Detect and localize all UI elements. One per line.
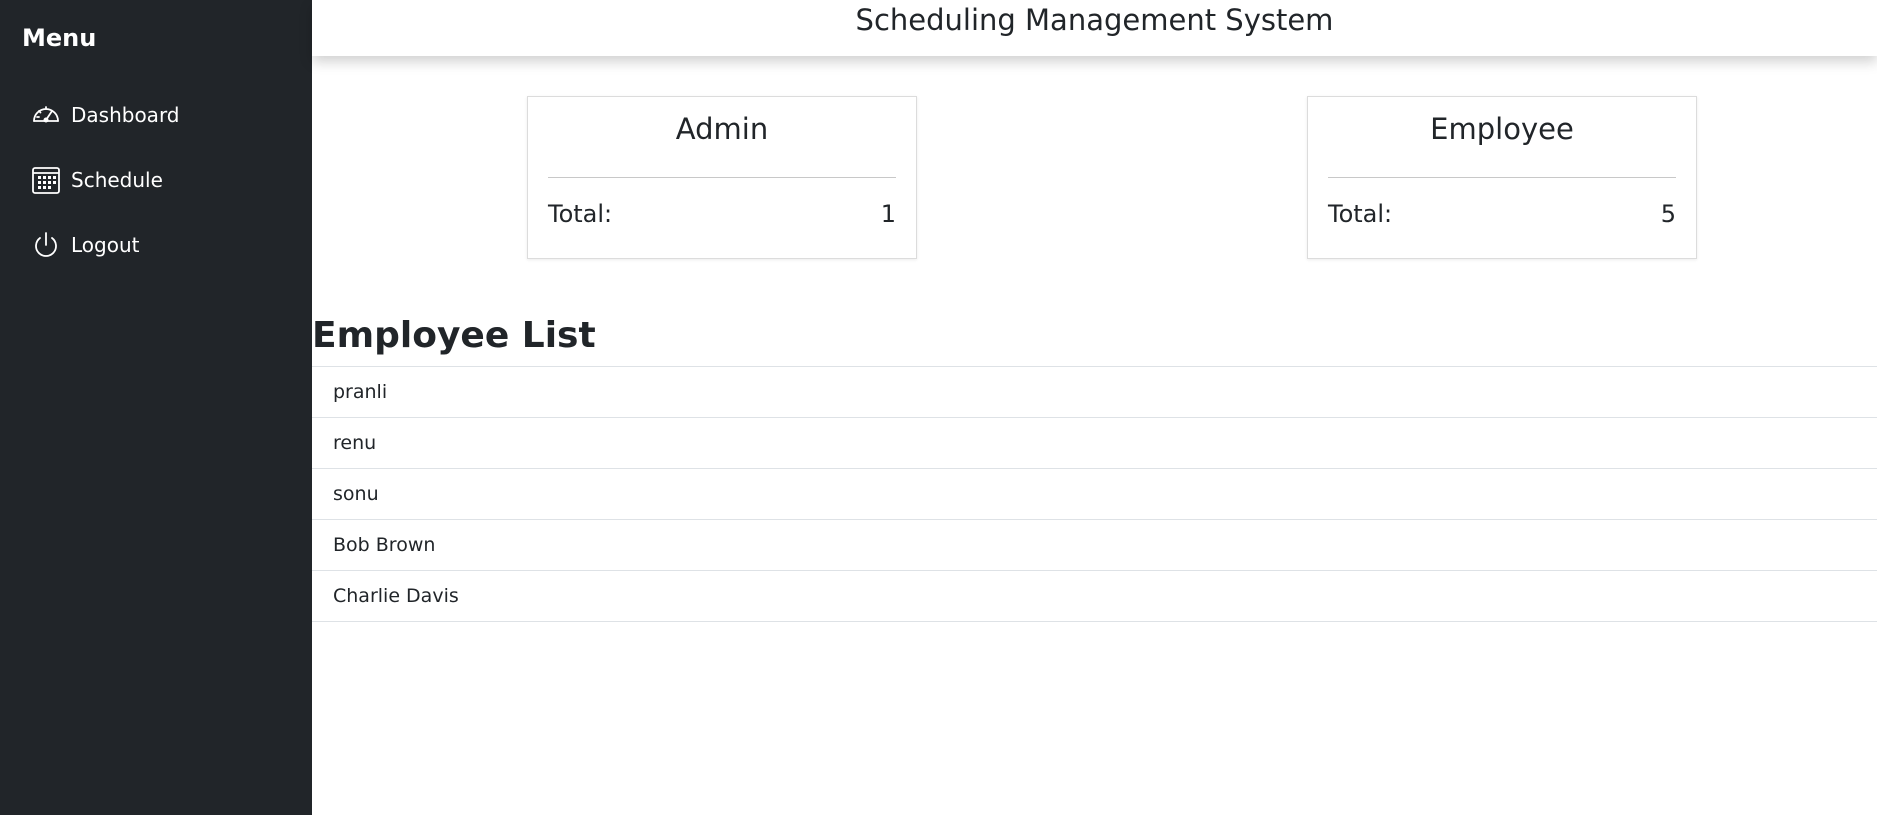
total-label: Total: (1328, 200, 1393, 228)
sidebar-item-label: Dashboard (71, 102, 180, 127)
card-title: Employee (1430, 112, 1574, 146)
employee-card: Employee Total: 5 (1307, 96, 1697, 259)
total-value: 1 (880, 200, 896, 228)
employee-list: pranli renu sonu Bob Brown Charlie Davis (312, 366, 1877, 622)
card-divider (1328, 177, 1676, 178)
sidebar-item-label: Logout (71, 232, 140, 257)
list-item: renu (312, 418, 1877, 469)
main-content: Scheduling Management System Admin Total… (312, 0, 1877, 815)
total-label: Total: (548, 200, 613, 228)
power-icon (31, 230, 61, 260)
card-title: Admin (675, 112, 769, 146)
card-divider (548, 177, 896, 178)
sidebar-item-label: Schedule (71, 167, 163, 192)
sidebar-item-logout[interactable]: Logout (0, 212, 312, 277)
sidebar-item-dashboard[interactable]: Dashboard (0, 82, 312, 147)
sidebar: Menu Dashboard Schedule Logout (0, 0, 312, 815)
page-header: Scheduling Management System (312, 0, 1877, 56)
page-title: Scheduling Management System (855, 3, 1334, 37)
admin-card: Admin Total: 1 (527, 96, 917, 259)
speedometer-icon (31, 100, 61, 130)
calendar-icon (31, 165, 61, 195)
employee-list-title: Employee List (312, 315, 596, 356)
list-item: Charlie Davis (312, 571, 1877, 622)
total-value: 5 (1660, 200, 1676, 228)
list-item: sonu (312, 469, 1877, 520)
app-layout: Menu Dashboard Schedule Logout Schedulin… (0, 0, 1877, 815)
list-item: pranli (312, 367, 1877, 418)
sidebar-title: Menu (22, 24, 97, 52)
list-item: Bob Brown (312, 520, 1877, 571)
summary-cards: Admin Total: 1 Employee Total: 5 (312, 56, 1877, 316)
card-total-row: Total: 5 (1328, 200, 1676, 228)
card-total-row: Total: 1 (548, 200, 896, 228)
sidebar-item-schedule[interactable]: Schedule (0, 147, 312, 212)
